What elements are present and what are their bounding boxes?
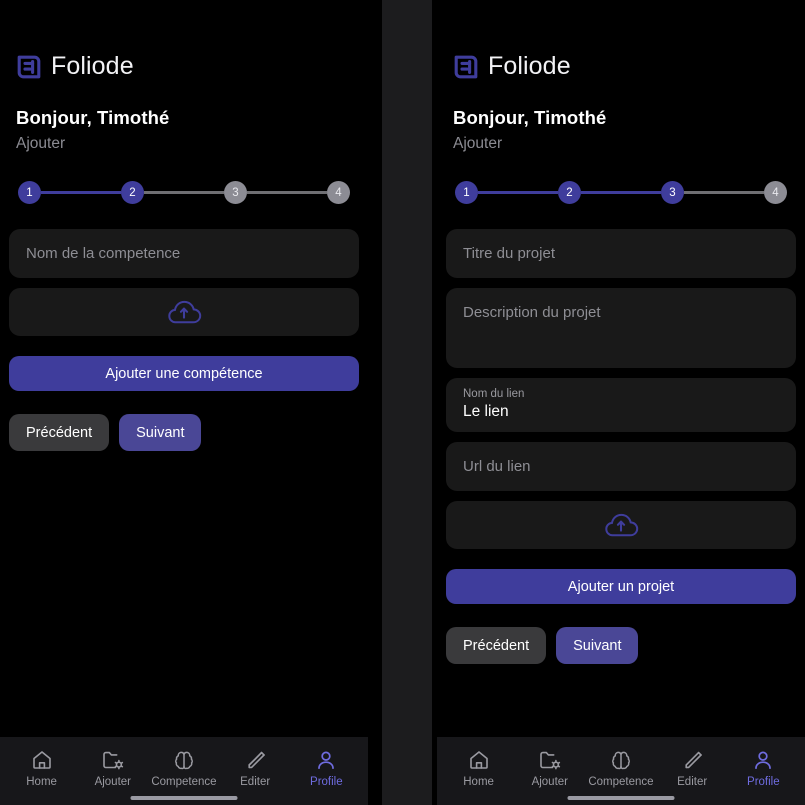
pencil-icon [243, 748, 267, 772]
link-url-placeholder: Url du lien [463, 458, 531, 475]
wizard-nav-right: Précédent Suivant [446, 627, 796, 664]
previous-button[interactable]: Précédent [9, 414, 110, 451]
file-upload-dropzone-right[interactable] [446, 501, 796, 549]
step-4[interactable]: 4 [327, 181, 350, 204]
brand-name: Foliode [488, 52, 571, 80]
step-3[interactable]: 3 [224, 181, 247, 204]
project-description-input[interactable]: Description du projet [446, 288, 796, 368]
nav-item-profile[interactable]: Profile [730, 748, 796, 788]
folder-gear-icon [101, 748, 125, 772]
step-track-2-3 [144, 191, 224, 194]
link-name-label: Nom du lien [463, 388, 525, 400]
panel-divider-band [382, 0, 432, 805]
nav-label-ajouter: Ajouter [531, 776, 568, 788]
add-skill-button[interactable]: Ajouter une compétence [9, 356, 359, 391]
home-icon [467, 748, 491, 772]
page-subtitle: Ajouter [453, 135, 503, 152]
nav-label-ajouter: Ajouter [94, 776, 131, 788]
person-icon [751, 748, 775, 772]
next-button[interactable]: Suivant [556, 627, 639, 664]
phone-screen-left: Foliode Bonjour, Timothé Ajouter 1 2 3 4… [0, 0, 368, 805]
home-icon [30, 748, 54, 772]
step-track-3-4 [684, 191, 764, 194]
foliode-logo-icon [16, 54, 42, 80]
project-title-placeholder: Titre du projet [463, 245, 555, 262]
nav-label-home: Home [463, 776, 494, 788]
page-subtitle: Ajouter [16, 135, 66, 152]
page-title: Bonjour, Timothé [16, 107, 170, 128]
home-indicator [130, 796, 238, 800]
nav-item-editer[interactable]: Editer [222, 748, 288, 788]
link-url-input[interactable]: Url du lien [446, 442, 796, 491]
nav-label-competence: Competence [588, 776, 654, 788]
project-title-input[interactable]: Titre du projet [446, 229, 796, 278]
brand-header-right: Foliode [446, 0, 796, 81]
nav-item-home[interactable]: Home [446, 748, 512, 788]
nav-label-home: Home [26, 776, 57, 788]
wizard-nav-left: Précédent Suivant [9, 414, 359, 451]
skill-name-input[interactable]: Nom de la competence [9, 229, 359, 278]
nav-item-ajouter[interactable]: Ajouter [517, 748, 583, 788]
file-upload-dropzone-left[interactable] [9, 288, 359, 336]
add-project-button[interactable]: Ajouter un projet [446, 569, 796, 604]
dual-screenshot-stage: Foliode Bonjour, Timothé Ajouter 1 2 3 4… [0, 0, 805, 805]
nav-label-editer: Editer [240, 776, 271, 788]
foliode-logo-icon [453, 54, 479, 80]
step-3[interactable]: 3 [661, 181, 684, 204]
step-track-3-4 [247, 191, 327, 194]
app-content-right: Foliode Bonjour, Timothé Ajouter 1 2 3 4… [437, 0, 805, 737]
nav-item-ajouter[interactable]: Ajouter [80, 748, 146, 788]
step-1[interactable]: 1 [18, 181, 41, 204]
nav-item-competence[interactable]: Competence [588, 748, 654, 788]
step-2[interactable]: 2 [121, 181, 144, 204]
nav-item-editer[interactable]: Editer [659, 748, 725, 788]
skill-name-placeholder: Nom de la competence [26, 245, 181, 262]
pencil-icon [680, 748, 704, 772]
home-indicator [567, 796, 675, 800]
nav-label-profile: Profile [747, 776, 780, 788]
brain-icon [172, 748, 196, 772]
step-track-1-2 [478, 191, 558, 194]
link-name-input[interactable]: Nom du lien Le lien [446, 378, 796, 432]
project-form: Titre du projet Description du projet No… [446, 229, 796, 664]
skill-form: Nom de la competence Ajouter une compéte… [9, 229, 359, 451]
brand-name: Foliode [51, 52, 134, 80]
bottom-navigation-right: Home Ajouter Competence Editer Profile [437, 737, 805, 805]
step-1[interactable]: 1 [455, 181, 478, 204]
panel-gap-left [368, 0, 382, 805]
stepper-right: 1 2 3 4 [446, 181, 796, 204]
brain-icon [609, 748, 633, 772]
nav-item-competence[interactable]: Competence [151, 748, 217, 788]
step-4[interactable]: 4 [764, 181, 787, 204]
stepper-left: 1 2 3 4 [9, 181, 359, 204]
project-description-placeholder: Description du projet [463, 304, 601, 321]
cloud-upload-icon [601, 511, 641, 539]
link-name-value: Le lien [463, 403, 509, 420]
step-2[interactable]: 2 [558, 181, 581, 204]
bottom-navigation-left: Home Ajouter Competence Editer Profile [0, 737, 368, 805]
person-icon [314, 748, 338, 772]
next-button[interactable]: Suivant [119, 414, 202, 451]
phone-screen-right: Foliode Bonjour, Timothé Ajouter 1 2 3 4… [437, 0, 805, 805]
brand-header: Foliode [9, 0, 359, 81]
step-track-1-2 [41, 191, 121, 194]
folder-gear-icon [538, 748, 562, 772]
nav-label-profile: Profile [310, 776, 343, 788]
nav-item-home[interactable]: Home [9, 748, 75, 788]
nav-label-editer: Editer [677, 776, 708, 788]
page-title: Bonjour, Timothé [453, 107, 607, 128]
previous-button[interactable]: Précédent [446, 627, 547, 664]
app-content-left: Foliode Bonjour, Timothé Ajouter 1 2 3 4… [0, 0, 368, 737]
cloud-upload-icon [164, 298, 204, 326]
nav-label-competence: Competence [151, 776, 217, 788]
step-track-2-3 [581, 191, 661, 194]
nav-item-profile[interactable]: Profile [293, 748, 359, 788]
